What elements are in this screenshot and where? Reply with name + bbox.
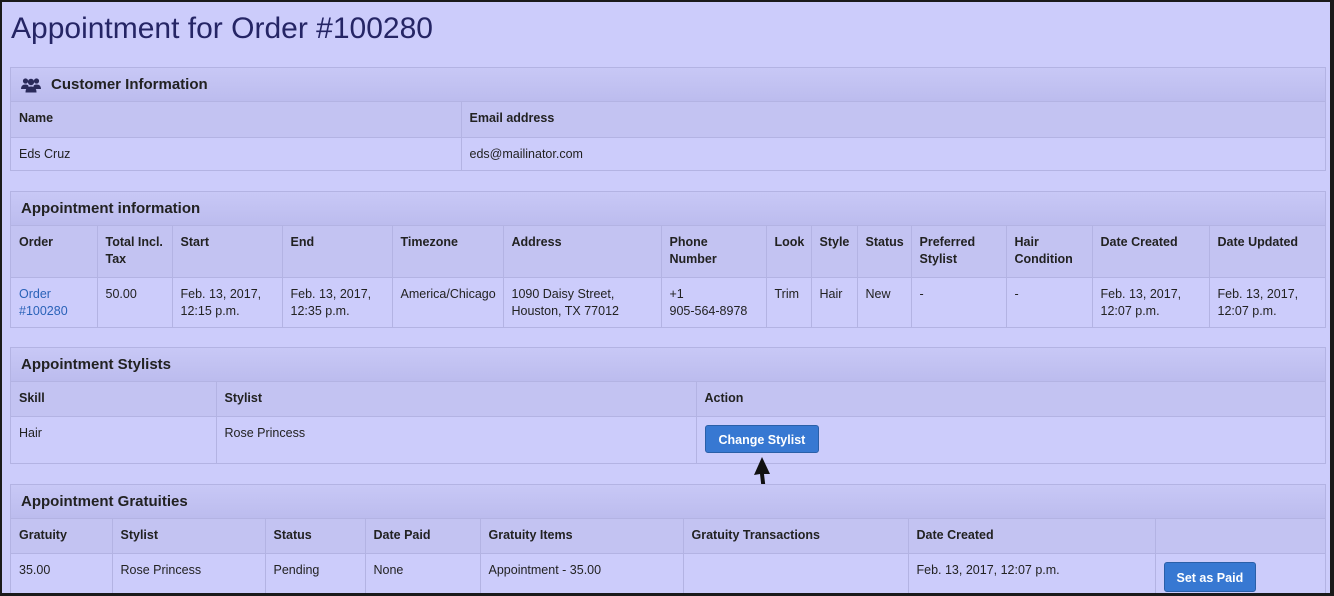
address-header: Address <box>502 226 662 278</box>
skill-cell: Hair <box>11 415 217 464</box>
action-header: Action <box>695 382 1325 417</box>
customer-name: Eds Cruz <box>11 136 462 171</box>
status-cell: New <box>856 276 912 328</box>
customer-panel-header: Customer Information <box>11 68 1325 102</box>
date-updated-cell: Feb. 13, 2017, 12:07 p.m. <box>1208 276 1325 328</box>
gratuity-header: Gratuity <box>11 519 113 554</box>
customer-email: eds@mailinator.com <box>460 136 1325 171</box>
name-header: Name <box>11 102 462 138</box>
users-icon <box>21 77 41 93</box>
email-header: Email address <box>460 102 1325 138</box>
gratuity-status-cell: Pending <box>264 552 366 593</box>
gratuity-transactions-header: Gratuity Transactions <box>682 519 909 554</box>
gratuities-panel: Appointment Gratuities Gratuity Stylist … <box>10 484 1326 593</box>
stylists-table: Skill Stylist Action Hair Rose Princess … <box>11 382 1325 464</box>
date-paid-cell: None <box>364 552 481 593</box>
date-created-cell: Feb. 13, 2017, 12:07 p.m. <box>1091 276 1210 328</box>
gratuity-items-cell: Appointment - 35.00 <box>479 552 684 593</box>
gratuity-action-cell: Set as Paid <box>1154 552 1325 593</box>
appointment-panel-title: Appointment information <box>21 200 201 217</box>
appointment-panel: Appointment information Order Total Incl… <box>10 191 1326 328</box>
customer-panel-title: Customer Information <box>51 76 208 93</box>
order-link[interactable]: Order #100280 <box>19 287 68 318</box>
preferred-stylist-header: Preferred Stylist <box>910 226 1007 278</box>
total-cell: 50.00 <box>96 276 173 328</box>
phone-cell: +1 905-564-8978 <box>660 276 767 328</box>
hair-condition-cell: - <box>1005 276 1093 328</box>
gratuity-stylist-header: Stylist <box>111 519 266 554</box>
timezone-header: Timezone <box>391 226 504 278</box>
stylist-cell: Rose Princess <box>215 415 697 464</box>
date-updated-header: Date Updated <box>1208 226 1325 278</box>
appointment-panel-header: Appointment information <box>11 192 1325 226</box>
start-cell: Feb. 13, 2017, 12:15 p.m. <box>171 276 283 328</box>
gratuity-stylist-cell: Rose Princess <box>111 552 266 593</box>
page-frame: Appointment for Order #100280 Customer I… <box>2 2 1330 593</box>
status-header: Status <box>856 226 912 278</box>
gratuities-panel-header: Appointment Gratuities <box>11 485 1325 519</box>
gratuity-date-created-cell: Feb. 13, 2017, 12:07 p.m. <box>907 552 1156 593</box>
hair-condition-header: Hair Condition <box>1005 226 1093 278</box>
set-as-paid-button[interactable]: Set as Paid <box>1163 561 1257 592</box>
gratuity-status-header: Status <box>264 519 366 554</box>
gratuity-date-created-header: Date Created <box>907 519 1156 554</box>
gratuity-transactions-cell <box>682 552 909 593</box>
page-title: Appointment for Order #100280 <box>11 12 433 45</box>
skill-header: Skill <box>11 382 217 417</box>
total-header: Total Incl. Tax <box>96 226 173 278</box>
look-cell: Trim <box>765 276 812 328</box>
customer-panel: Customer Information Name Email address … <box>10 67 1326 171</box>
gratuity-action-header <box>1154 519 1325 554</box>
stylists-panel-header: Appointment Stylists <box>11 348 1325 382</box>
order-header: Order <box>11 226 98 278</box>
gratuities-panel-title: Appointment Gratuities <box>21 493 188 510</box>
stylists-panel-title: Appointment Stylists <box>21 356 172 373</box>
end-cell: Feb. 13, 2017, 12:35 p.m. <box>281 276 393 328</box>
preferred-stylist-cell: - <box>910 276 1007 328</box>
stylist-header: Stylist <box>215 382 697 417</box>
appointment-table: Order Total Incl. Tax Start End Timezone … <box>11 226 1325 328</box>
look-header: Look <box>765 226 812 278</box>
start-header: Start <box>171 226 283 278</box>
change-stylist-button[interactable]: Change Stylist <box>704 424 820 453</box>
order-cell: Order #100280 <box>11 276 98 328</box>
gratuity-cell: 35.00 <box>11 552 113 593</box>
timezone-cell: America/Chicago <box>391 276 504 328</box>
gratuity-items-header: Gratuity Items <box>479 519 684 554</box>
customer-table: Name Email address Eds Cruz eds@mailinat… <box>11 102 1325 171</box>
end-header: End <box>281 226 393 278</box>
stylists-panel: Appointment Stylists Skill Stylist Actio… <box>10 347 1326 464</box>
action-cell: Change Stylist <box>695 415 1325 464</box>
phone-header: Phone Number <box>660 226 767 278</box>
style-header: Style <box>810 226 858 278</box>
gratuities-table: Gratuity Stylist Status Date Paid Gratui… <box>11 519 1325 593</box>
date-paid-header: Date Paid <box>364 519 481 554</box>
date-created-header: Date Created <box>1091 226 1210 278</box>
address-cell: 1090 Daisy Street, Houston, TX 77012 <box>502 276 662 328</box>
style-cell: Hair <box>810 276 858 328</box>
